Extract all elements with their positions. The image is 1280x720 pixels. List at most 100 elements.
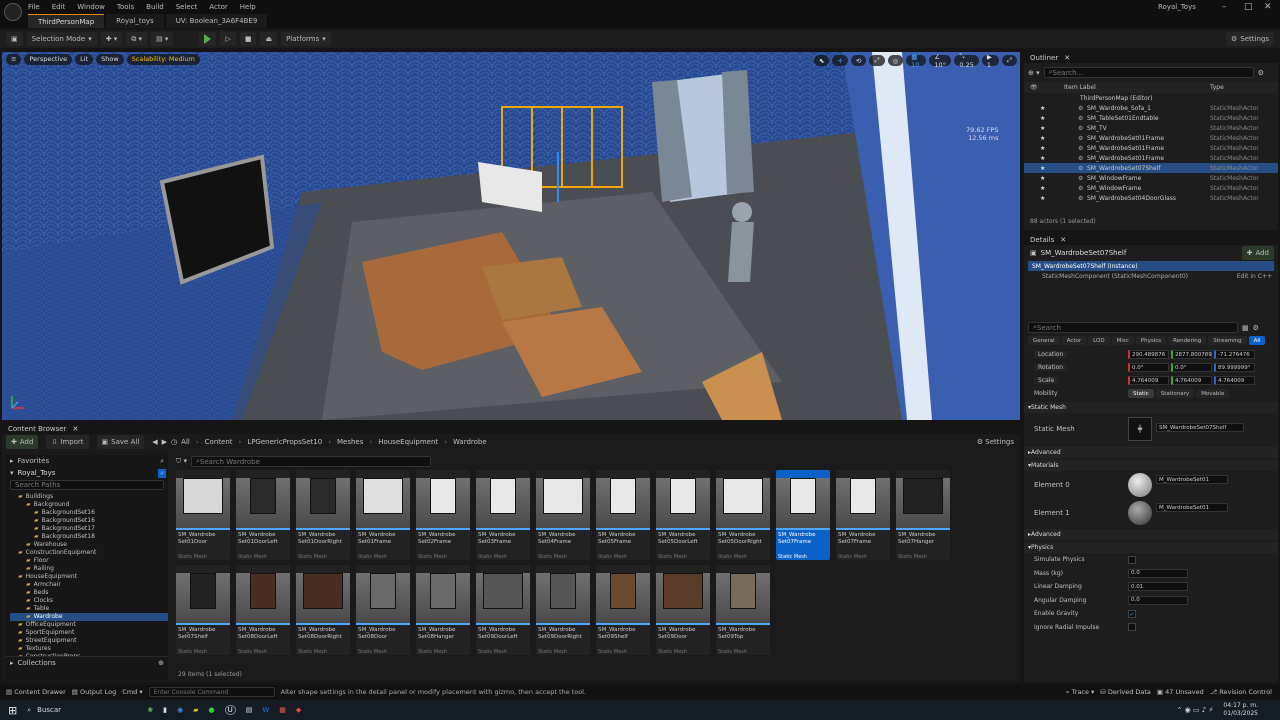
folder-tree-item[interactable]: ▰ BackgroundSet17 xyxy=(10,525,168,533)
tab-uv[interactable]: UV: Boolean_3A6F4BE9 xyxy=(165,14,268,28)
grid-snap-icon[interactable]: ▦ 10 xyxy=(906,53,927,69)
asset-tile[interactable]: SM_Wardrobe Set09DoorLeft Static Mesh xyxy=(476,565,530,655)
edit-cpp-link[interactable]: Edit in C++ xyxy=(1237,273,1278,280)
mobility-static[interactable]: Static xyxy=(1128,389,1154,398)
widgets-icon[interactable]: ❀ xyxy=(147,706,153,714)
breadcrumb-item[interactable]: Meshes xyxy=(337,438,363,446)
trace-button[interactable]: ⌁ Trace ▾ xyxy=(1066,688,1095,696)
star-icon[interactable]: ★ xyxy=(1040,115,1045,122)
stop-button[interactable]: ■ xyxy=(239,32,257,46)
asset-tile[interactable]: SM_Wardrobe Set09Door Static Mesh xyxy=(656,565,710,655)
folder-tree-item[interactable]: ▰ Warehouse xyxy=(10,541,168,549)
filter-tab-physics[interactable]: Physics xyxy=(1135,336,1167,345)
star-icon[interactable]: ★ xyxy=(1040,185,1045,192)
settings-button[interactable]: ⚙ Settings xyxy=(977,438,1020,446)
outliner-row[interactable]: ★ ⚙ SM_Wardrobe_Sofa_1 StaticMeshActor xyxy=(1024,103,1278,113)
advanced-section-2[interactable]: ▸ Advanced xyxy=(1024,529,1278,540)
static-mesh-section[interactable]: ▾ Static Mesh xyxy=(1024,402,1278,413)
folder-tree-item[interactable]: ▰ SportEquipment xyxy=(10,629,168,637)
filter-tab-streaming[interactable]: Streaming xyxy=(1208,336,1247,345)
add-collection-icon[interactable]: ⊕ xyxy=(158,659,168,667)
search-icon[interactable]: ⌕ xyxy=(158,468,166,478)
instance-row[interactable]: SM_WardrobeSet07Shelf (Instance) xyxy=(1028,261,1274,271)
asset-tile[interactable]: SM_Wardrobe Set01Frame Static Mesh xyxy=(356,470,410,560)
menu-item-window[interactable]: Window xyxy=(77,3,105,11)
physics-checkbox[interactable] xyxy=(1128,623,1136,632)
filter-tab-rendering[interactable]: Rendering xyxy=(1168,336,1207,345)
asset-tile[interactable]: SM_Wardrobe Set01DoorLeft Static Mesh xyxy=(236,470,290,560)
asset-tile[interactable]: SM_Wardrobe Set04Frame Static Mesh xyxy=(536,470,590,560)
star-icon[interactable]: ★ xyxy=(1040,165,1045,172)
outliner-root[interactable]: ThirdPersonMap (Editor) xyxy=(1024,93,1278,103)
outliner-search-input[interactable]: ⌕ Search... xyxy=(1043,67,1254,78)
folder-tree-item[interactable]: ▰ Textures xyxy=(10,645,168,653)
unreal-icon[interactable]: U xyxy=(224,705,236,715)
folder-tree-item[interactable]: ▰ Railing xyxy=(10,565,168,573)
asset-tile[interactable]: SM_Wardrobe Set09Top Static Mesh xyxy=(716,565,770,655)
add-component-button[interactable]: ✚ Add xyxy=(1241,246,1274,260)
outliner-row[interactable]: ★ ⚙ SM_WardrobeSet01Frame StaticMeshActor xyxy=(1024,153,1278,163)
import-button[interactable]: ⇩ Import xyxy=(46,435,89,449)
star-icon[interactable]: ★ xyxy=(1040,135,1045,142)
folder-tree-item[interactable]: ▰ HouseEquipment xyxy=(10,573,168,581)
folder-tree-item[interactable]: ▰ BackgroundSet16 xyxy=(10,517,168,525)
platforms-button[interactable]: Platforms ▾ xyxy=(281,32,331,46)
perspective-button[interactable]: Perspective xyxy=(24,53,73,65)
scale-tool-icon[interactable]: ⤢ xyxy=(869,55,885,66)
asset-tile[interactable]: SM_Wardrobe Set08Door Static Mesh xyxy=(356,565,410,655)
physics-checkbox[interactable] xyxy=(1128,555,1136,564)
maximize-icon[interactable]: □ xyxy=(1244,2,1253,12)
transform-y-field[interactable]: 2877.800789 xyxy=(1171,350,1212,359)
back-icon[interactable]: ◀ xyxy=(152,438,157,446)
save-all-button[interactable]: ▣ Save All xyxy=(96,435,145,449)
menu-item-file[interactable]: File xyxy=(28,3,40,11)
viewport-menu-button[interactable]: ≡ xyxy=(6,53,22,65)
material-sphere[interactable] xyxy=(1128,473,1152,497)
settings-button[interactable]: ⚙ Settings xyxy=(1226,32,1274,46)
minimize-icon[interactable]: – xyxy=(1222,2,1227,12)
asset-tile[interactable]: SM_Wardrobe Set01DoorRight Static Mesh xyxy=(296,470,350,560)
outliner-row[interactable]: ★ ⚙ SM_WardrobeSet01Frame StaticMeshActor xyxy=(1024,143,1278,153)
cmd-button[interactable]: Cmd ▾ xyxy=(122,688,142,696)
chevron-right-icon[interactable]: ▸ xyxy=(10,659,14,667)
rotation-snap-icon[interactable]: ∠ 10° xyxy=(929,53,952,69)
step-button[interactable]: ▷ xyxy=(220,32,236,46)
taskbar-search[interactable]: ⌕ Buscar xyxy=(27,706,137,715)
physics-field[interactable]: 0.0 xyxy=(1128,568,1188,578)
folder-tree-item[interactable]: ▰ BackgroundSet16 xyxy=(10,509,168,517)
revision-control-button[interactable]: ⎇ Revision Control xyxy=(1210,688,1280,696)
app-icon-3[interactable]: ◆ xyxy=(296,706,301,714)
transform-x-field[interactable]: 0.0° xyxy=(1128,363,1169,372)
asset-tile[interactable]: SM_Wardrobe Set05Frame Static Mesh xyxy=(596,470,650,560)
add-actor-button[interactable]: ✚ ▾ xyxy=(100,32,123,46)
console-input[interactable]: Enter Console Command xyxy=(148,687,275,697)
breadcrumb-item[interactable]: All xyxy=(181,438,190,446)
asset-tile[interactable]: SM_Wardrobe Set01Door Static Mesh xyxy=(176,470,230,560)
settings-icon[interactable]: ⚙ xyxy=(1258,69,1264,77)
asset-tile[interactable]: SM_Wardrobe Set07Hanger Static Mesh xyxy=(896,470,950,560)
eject-button[interactable]: ⏏ xyxy=(260,32,278,46)
tray-icons[interactable]: ⌃ ◉ ▭ ♪ ⚡ xyxy=(1177,706,1214,714)
cinematics-button[interactable]: ▤ ▾ xyxy=(151,32,174,46)
materials-section[interactable]: ▾ Materials xyxy=(1024,460,1278,471)
clock[interactable]: 04:17 p. m. 01/03/2025 xyxy=(1223,702,1280,718)
selection-mode-button[interactable]: Selection Mode ▾ xyxy=(26,32,97,46)
filter-tab-all[interactable]: All xyxy=(1248,336,1266,345)
table-view-icon[interactable]: ▦ xyxy=(1242,324,1249,332)
tab-map[interactable]: ThirdPersonMap xyxy=(28,14,105,28)
star-icon[interactable]: ★ xyxy=(1040,175,1045,182)
filter-tab-lod[interactable]: LOD xyxy=(1088,336,1110,345)
folder-tree-item[interactable]: ▰ Beds xyxy=(10,589,168,597)
outliner-row[interactable]: ★ ⚙ SM_TV StaticMeshActor xyxy=(1024,123,1278,133)
transform-z-field[interactable]: 89.999999° xyxy=(1214,363,1255,372)
close-icon[interactable]: ✕ xyxy=(1264,2,1272,12)
star-icon[interactable]: ★ xyxy=(1040,155,1045,162)
outliner-row[interactable]: ★ ⚙ SM_WardrobeSet04DoorGlass StaticMeshAct… xyxy=(1024,193,1278,203)
folder-tree-item[interactable]: ▰ Armchair xyxy=(10,581,168,589)
outliner-row[interactable]: ★ ⚙ SM_WardrobeSet07Shelf StaticMeshActor xyxy=(1024,163,1278,173)
menu-item-actor[interactable]: Actor xyxy=(209,3,227,11)
filter-tab-misc[interactable]: Misc xyxy=(1111,336,1134,345)
mesh-thumbnail[interactable]: ╪ xyxy=(1128,417,1152,441)
breadcrumb-item[interactable]: LPGenericPropsSet10 xyxy=(247,438,322,446)
search-icon[interactable]: ⌕ xyxy=(160,457,168,466)
